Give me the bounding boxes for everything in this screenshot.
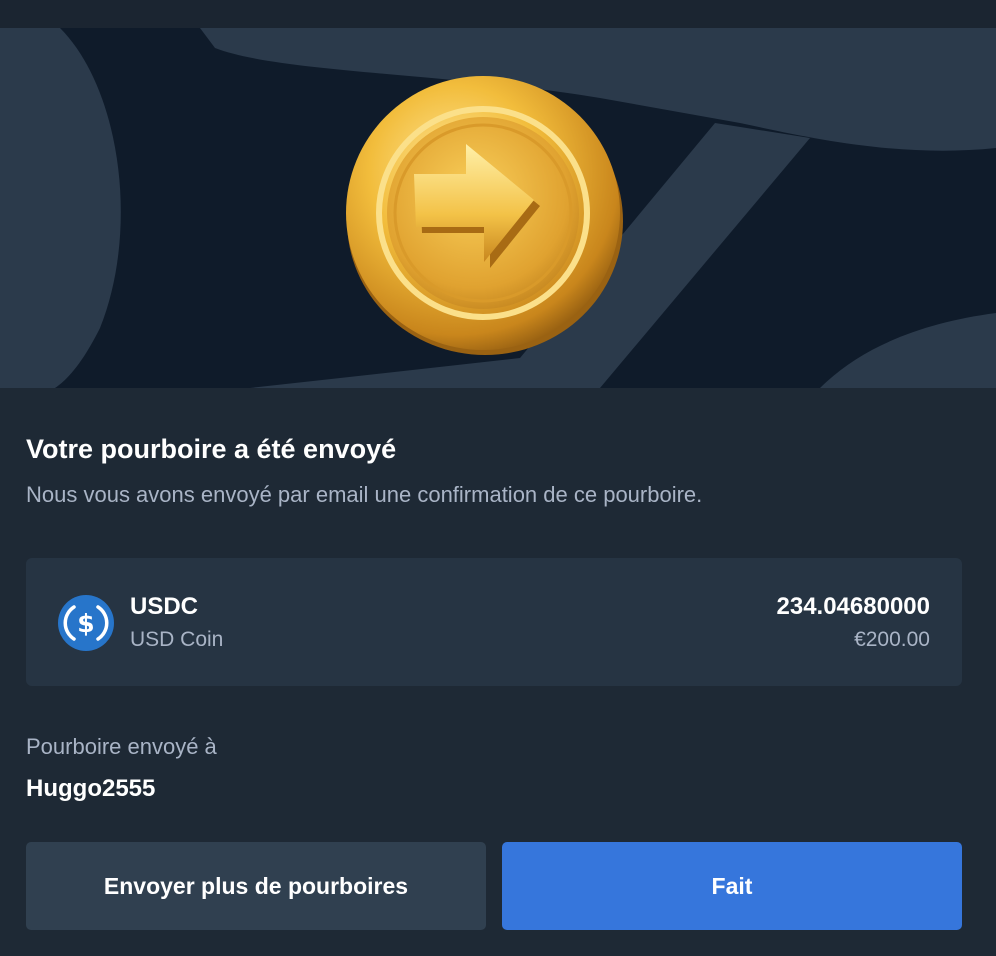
token-name: USD Coin: [130, 628, 224, 651]
tip-sent-dialog: Votre pourboire a été envoyé Nous vous a…: [0, 0, 996, 956]
hero-banner: [0, 28, 996, 388]
token-fiat-value: €200.00: [854, 628, 930, 651]
send-more-tips-button[interactable]: Envoyer plus de pourboires: [26, 842, 486, 930]
token-amount: 234.04680000: [776, 593, 931, 620]
done-button[interactable]: Fait: [502, 842, 962, 930]
dialog-title: Votre pourboire a été envoyé: [26, 434, 397, 464]
usdc-icon: $: [58, 595, 114, 651]
recipient-label: Pourboire envoyé à: [26, 734, 217, 759]
svg-text:$: $: [77, 609, 94, 638]
recipient-username: Huggo2555: [26, 775, 156, 802]
dialog-top-strip: [0, 0, 996, 28]
token-symbol: USDC: [130, 593, 199, 620]
gold-coin-arrow-icon: [340, 68, 630, 358]
dialog-subtitle: Nous vous avons envoyé par email une con…: [26, 482, 703, 507]
token-summary-card: $ USDC USD Coin 234.04680000 €200.00: [26, 558, 962, 686]
